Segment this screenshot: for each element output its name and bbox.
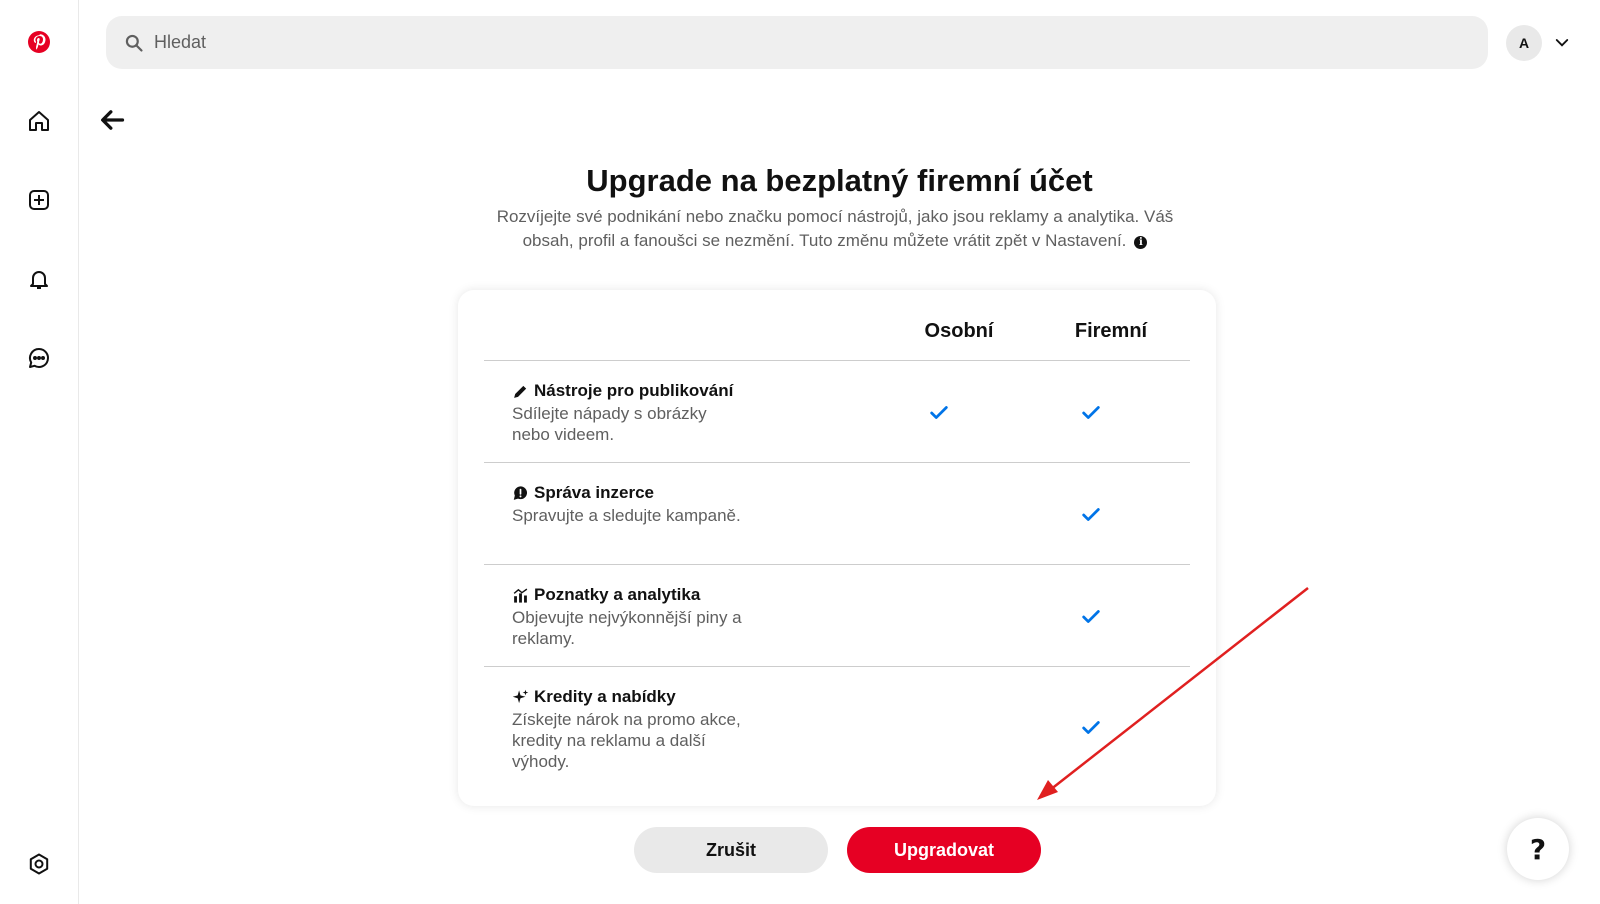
search-bar[interactable]	[106, 16, 1488, 69]
check-icon	[928, 402, 950, 424]
pencil-icon	[514, 385, 527, 398]
table-row: Nástroje pro publikování Sdílejte nápady…	[484, 360, 1190, 460]
page-header: Upgrade na bezplatný firemní účet	[79, 163, 1600, 199]
upgrade-button[interactable]: Upgradovat	[847, 827, 1041, 873]
page-title: Upgrade na bezplatný firemní účet	[586, 163, 1093, 198]
search-icon	[125, 34, 143, 52]
feature-description: Získejte nárok na promo akce, kredity na…	[512, 710, 741, 771]
table-row: Správa inzerce Spravujte a sledujte kamp…	[484, 462, 1190, 562]
check-icon	[1080, 402, 1102, 424]
table-row: Poznatky a analytika Objevujte nejvýkonn…	[484, 564, 1190, 664]
feature-description: Sdílejte nápady s obrázky nebo videem.	[512, 404, 707, 444]
arrow-left-icon	[101, 110, 125, 130]
feature-description: Spravujte a sledujte kampaně.	[512, 506, 741, 525]
column-header-business: Firemní	[1074, 320, 1148, 342]
check-icon	[1080, 606, 1102, 628]
speech-bubble-icon	[513, 485, 528, 500]
feature-title: Správa inzerce	[512, 483, 654, 503]
cancel-button[interactable]: Zrušit	[634, 827, 828, 873]
info-icon[interactable]: i	[1134, 236, 1148, 249]
home-icon[interactable]	[15, 97, 63, 145]
feature-title: Poznatky a analytika	[512, 585, 700, 605]
page-subtitle: Rozvíjejte své podnikání nebo značku pom…	[470, 205, 1200, 253]
feature-title: Kredity a nabídky	[512, 687, 676, 707]
sparkle-icon	[512, 689, 529, 703]
feature-description: Objevujte nejvýkonnější piny a reklamy.	[512, 608, 742, 648]
feature-title: Nástroje pro publikování	[512, 381, 733, 401]
sidebar	[0, 0, 79, 904]
create-icon[interactable]	[15, 176, 63, 224]
table-row: Kredity a nabídky Získejte nárok na prom…	[484, 666, 1190, 796]
column-header-personal: Osobní	[924, 320, 994, 342]
pinterest-logo-icon[interactable]	[15, 18, 63, 66]
avatar[interactable]: A	[1506, 25, 1542, 61]
check-icon	[1080, 504, 1102, 526]
settings-icon[interactable]	[15, 840, 63, 888]
notifications-bell-icon[interactable]	[15, 255, 63, 303]
check-icon	[1080, 717, 1102, 739]
back-button[interactable]	[95, 103, 129, 137]
chevron-down-icon[interactable]	[1553, 34, 1571, 52]
comparison-card: Osobní Firemní Nástroje pro publikování …	[458, 290, 1216, 806]
analytics-icon	[513, 588, 528, 603]
subtitle-text: Rozvíjejte své podnikání nebo značku pom…	[496, 207, 1174, 250]
messages-icon[interactable]	[15, 334, 63, 382]
help-button[interactable]: ?	[1507, 818, 1569, 880]
search-input[interactable]	[154, 32, 1454, 53]
